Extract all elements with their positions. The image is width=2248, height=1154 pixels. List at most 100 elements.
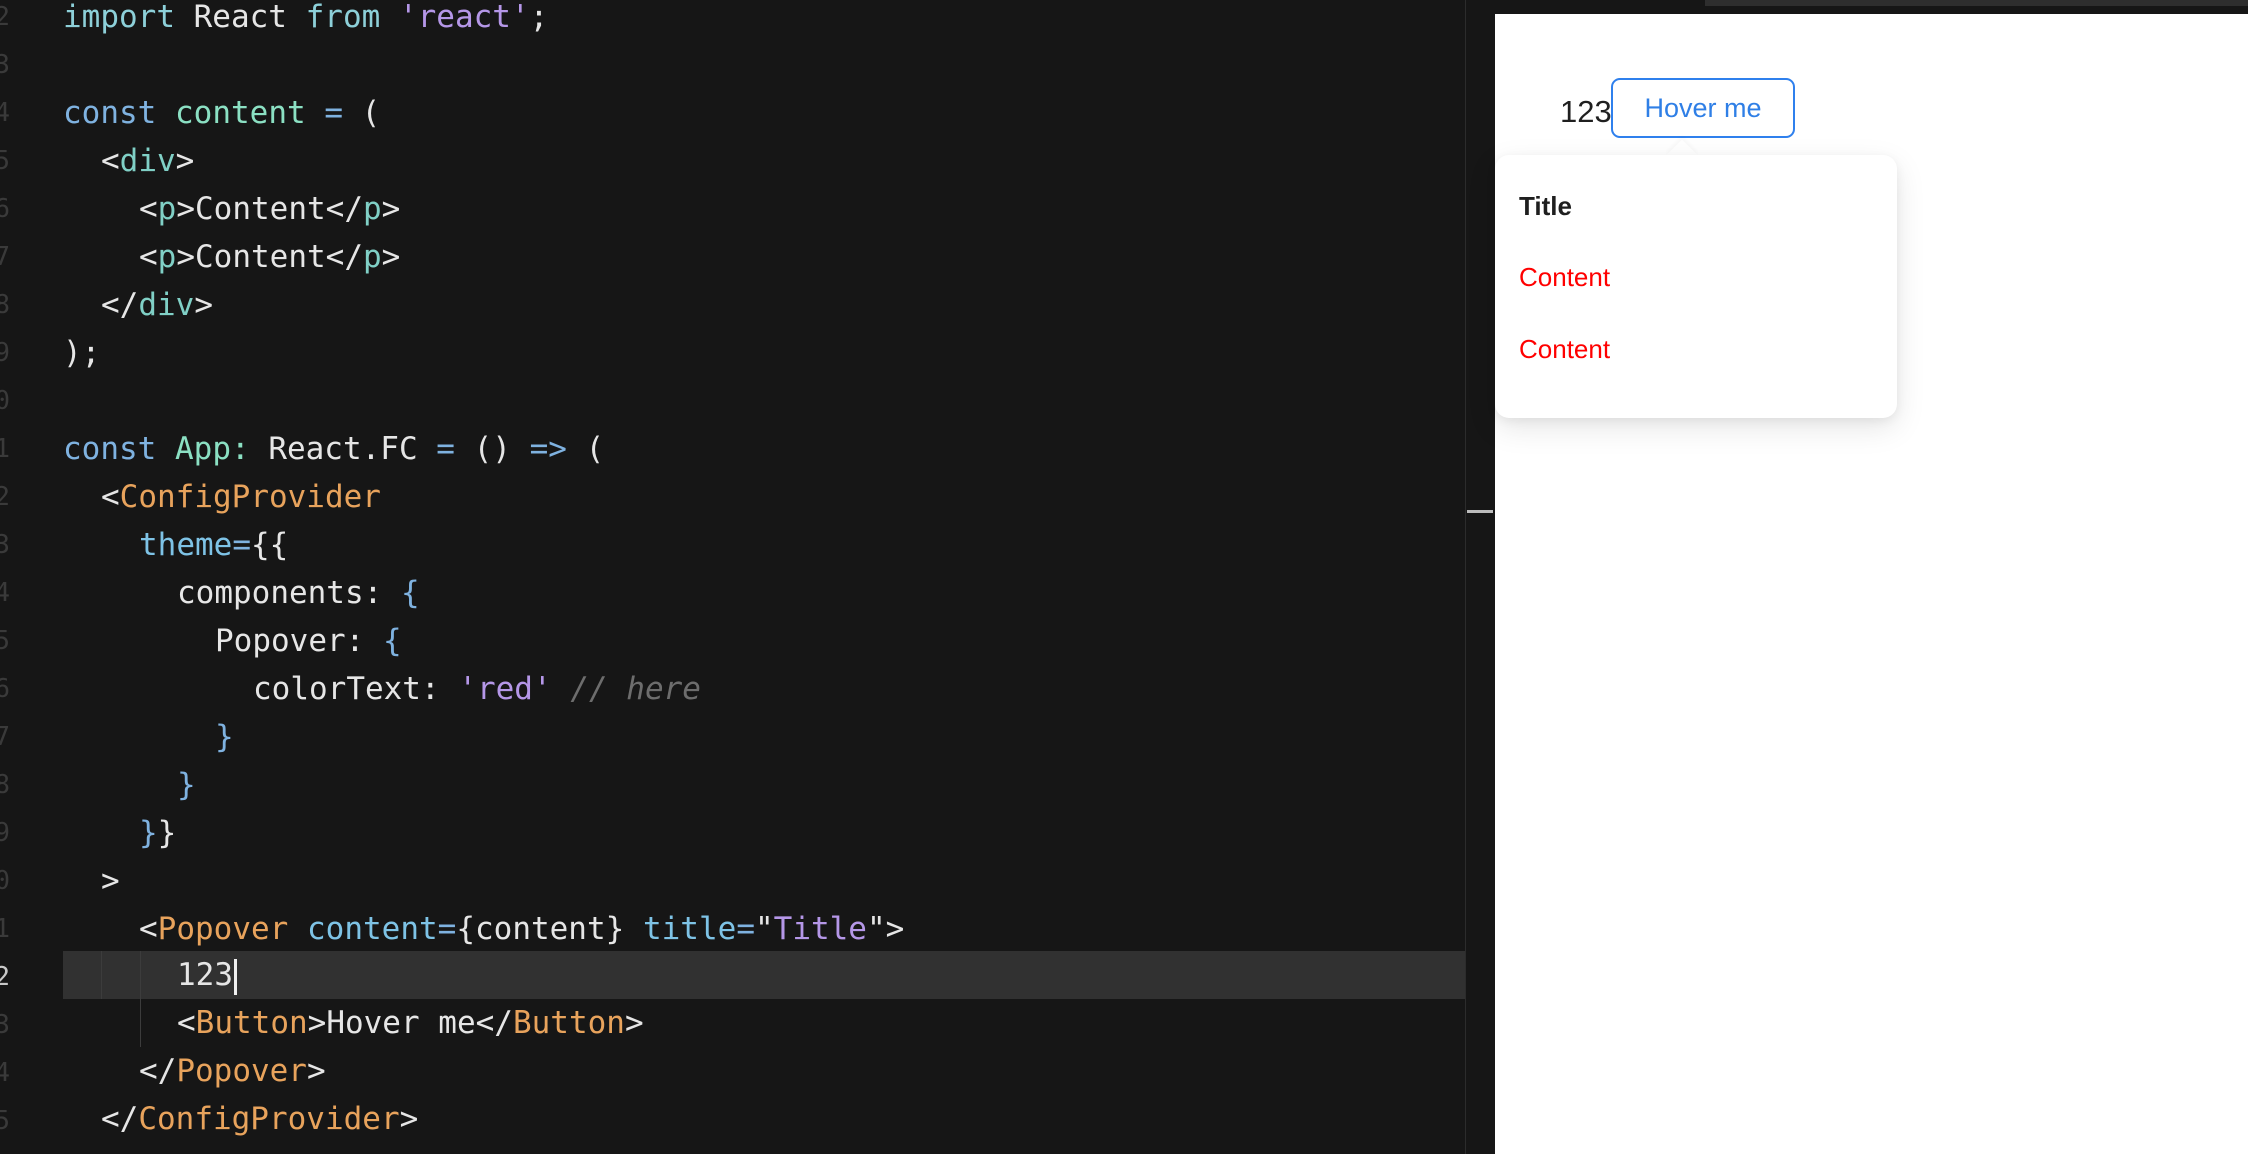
punctuation: ); [63, 335, 101, 371]
punctuation: < [139, 239, 158, 275]
identifier: content [175, 95, 306, 131]
brace: { [382, 623, 402, 659]
line-number: 6 [0, 674, 10, 704]
line-number: 2 [0, 2, 10, 32]
code-line: </Popover> [139, 1047, 326, 1095]
brace: } [215, 719, 234, 755]
attribute-name: content [307, 911, 438, 947]
line-number: 4 [0, 98, 10, 128]
tag-name: p [362, 191, 382, 227]
operator: = [324, 95, 343, 131]
punctuation: </ [139, 1053, 177, 1089]
editor-scroll-track[interactable] [1465, 0, 1496, 1154]
hover-me-button[interactable]: Hover me [1611, 78, 1795, 138]
punctuation: < [139, 191, 158, 227]
preview-number-text: 123 [1560, 94, 1612, 129]
line-number: 5 [0, 626, 10, 656]
punctuation: < [177, 1005, 196, 1041]
popover-content-item: Content [1519, 262, 1611, 292]
line-number: 7 [0, 242, 10, 272]
line-number: 9 [0, 818, 10, 848]
line-number: 7 [0, 722, 10, 752]
line-number: 6 [0, 194, 10, 224]
preview-pane: 123 Hover me Title Content Content [1495, 14, 2248, 1154]
code-line: <Popover content={content} title="Title"… [139, 905, 904, 953]
keyword: const [63, 431, 157, 467]
punctuation: < [139, 911, 158, 947]
line-number: 1 [0, 914, 10, 944]
punctuation: > [194, 287, 213, 323]
component-name: ConfigProvider [119, 479, 381, 515]
punctuation: " [754, 911, 774, 947]
string-literal: Title [773, 911, 867, 947]
keyword: from [305, 0, 381, 35]
line-number: 2 [0, 482, 10, 512]
code-line: const content = ( [63, 89, 380, 137]
code-comment: // here [570, 671, 701, 707]
code-line: }} [139, 809, 176, 857]
line-number: 5 [0, 146, 10, 176]
code-line: } [215, 713, 234, 761]
code-line: theme={{ [139, 521, 288, 569]
component-name: ConfigProvider [138, 1101, 400, 1137]
scrollbar-marker[interactable] [1467, 510, 1493, 513]
code-line: </ConfigProvider> [101, 1095, 418, 1143]
attribute-value: {content} [456, 911, 625, 947]
code-line: <div> [101, 137, 194, 185]
popover: Title Content Content [1495, 155, 1897, 418]
object-key: Popover: [215, 623, 383, 659]
punctuation: < [101, 479, 120, 515]
tag-name: div [138, 287, 195, 323]
code-editor[interactable]: 2 3 4 5 6 7 8 9 0 1 2 3 4 5 6 7 8 9 0 1 … [0, 0, 1465, 1154]
line-number: 0 [0, 386, 10, 416]
code-line: const App: React.FC = () => ( [63, 425, 604, 473]
app-root: 2 3 4 5 6 7 8 9 0 1 2 3 4 5 6 7 8 9 0 1 … [0, 0, 2248, 1154]
punctuation: > [175, 143, 195, 179]
code-line: ); [63, 329, 100, 377]
punctuation: > [306, 1053, 326, 1089]
line-number: 8 [0, 290, 10, 320]
tag-name: p [157, 239, 177, 275]
preview-resize-handle[interactable] [1705, 0, 2248, 6]
text-cursor [234, 958, 237, 995]
line-number: 3 [0, 530, 10, 560]
punctuation: ( [566, 431, 605, 467]
component-name: Popover [157, 911, 289, 947]
jsx-text: >Content</ [176, 191, 363, 227]
line-number: 3 [0, 1010, 10, 1040]
punctuation: </ [101, 1101, 139, 1137]
keyword: import [63, 0, 175, 35]
punctuation: ( [361, 95, 381, 131]
attribute-name: title [642, 911, 737, 947]
punctuation: > [399, 1101, 419, 1137]
operator: = [436, 431, 455, 467]
line-number: 4 [0, 1058, 10, 1088]
identifier: React [174, 0, 306, 35]
operator: = [736, 911, 755, 947]
code-line-current[interactable]: 123 [177, 951, 237, 999]
line-number: 3 [0, 50, 10, 80]
line-number-gutter: 2 3 4 5 6 7 8 9 0 1 2 3 4 5 6 7 8 9 0 1 … [0, 0, 20, 1154]
line-number: 0 [0, 866, 10, 896]
operator: = [437, 911, 457, 947]
punctuation: } [157, 815, 177, 851]
component-name: Button [512, 1005, 625, 1041]
component-name: Popover [176, 1053, 307, 1089]
string-literal: 'react' [398, 0, 530, 35]
line-number-active: 2 [0, 962, 10, 992]
jsx-text: 123 [177, 957, 233, 993]
brace: { [400, 575, 420, 611]
component-name: Button [195, 1005, 308, 1041]
line-number: 9 [0, 338, 10, 368]
punctuation: </ [101, 287, 139, 323]
object-key: colorText: [253, 671, 459, 707]
code-line: <Button>Hover me</Button> [177, 999, 644, 1047]
code-line: import React from 'react'; [63, 0, 548, 41]
line-number: 4 [0, 578, 10, 608]
punctuation: {{ [251, 527, 289, 563]
code-line: Popover: { [215, 617, 402, 665]
current-line-highlight [63, 951, 1465, 999]
object-key: components: [177, 575, 401, 611]
code-line: components: { [177, 569, 420, 617]
type-annotation: React.FC [249, 431, 437, 467]
